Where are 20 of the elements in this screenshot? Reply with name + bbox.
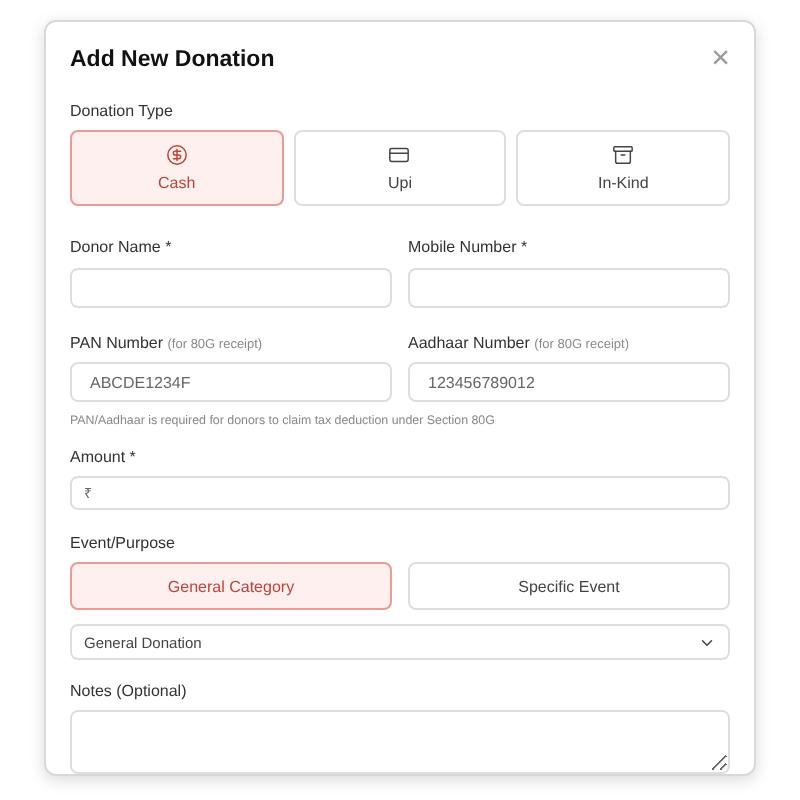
donation-type-option[interactable]: In-Kind: [516, 130, 730, 206]
field-label: Mobile Number *: [408, 238, 530, 256]
purpose-option[interactable]: General Category: [70, 562, 392, 611]
donation-type-option[interactable]: Upi: [293, 130, 507, 206]
field-label: Amount *: [70, 448, 138, 466]
field-label: Notes (Optional): [70, 681, 189, 700]
field-label: Donation Type: [70, 102, 175, 120]
dollar-circle-icon: [165, 144, 188, 166]
field-label: Event/Purpose: [70, 534, 177, 553]
archive-box-icon: [612, 144, 635, 166]
notes-field[interactable]: [70, 709, 730, 774]
input-field[interactable]: [408, 267, 730, 307]
field-label: Donor Name *: [70, 238, 174, 256]
input-field[interactable]: [70, 267, 392, 307]
dialog-title: Add New Donation: [70, 48, 275, 72]
input-field[interactable]: 123456789012: [408, 362, 730, 402]
card-icon: [388, 144, 411, 166]
input-field[interactable]: ABCDE1234F: [70, 362, 392, 402]
donation-type-option[interactable]: Cash: [70, 130, 284, 206]
purpose-option[interactable]: Specific Event: [408, 562, 730, 611]
